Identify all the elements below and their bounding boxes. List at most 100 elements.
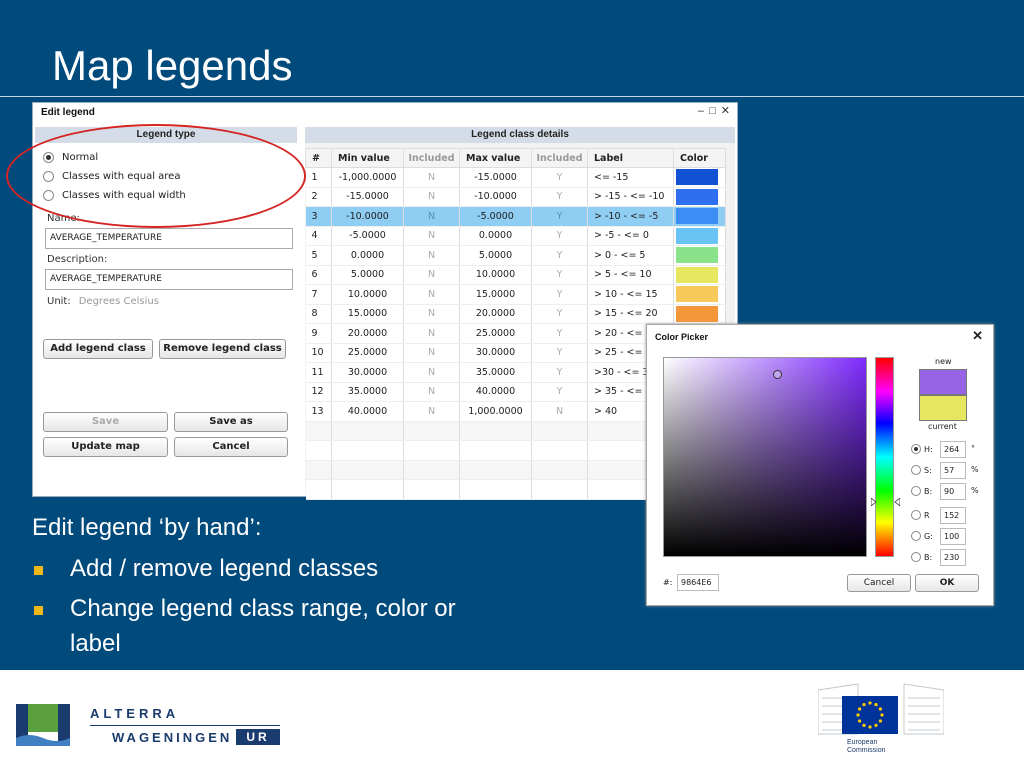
max-value-cell[interactable]: -15.0000 bbox=[459, 167, 532, 188]
update-map-button[interactable]: Update map bbox=[43, 437, 168, 457]
hex-input[interactable]: 9864E6 bbox=[677, 574, 719, 591]
min-value-cell[interactable]: 15.0000 bbox=[331, 304, 404, 324]
row-number[interactable]: 3 bbox=[305, 206, 332, 227]
color-field-input[interactable]: 230 bbox=[940, 549, 966, 566]
min-included-cell[interactable]: N bbox=[403, 167, 460, 188]
saturation-brightness-field[interactable] bbox=[663, 357, 867, 557]
max-included-cell[interactable]: Y bbox=[531, 343, 588, 363]
table-row[interactable]: 6 5.0000 N 10.0000 Y > 5 - <= 10 bbox=[305, 265, 726, 285]
max-value-cell[interactable]: 40.0000 bbox=[459, 382, 532, 402]
min-included-cell[interactable]: N bbox=[403, 382, 460, 402]
row-number[interactable]: 13 bbox=[305, 401, 332, 422]
min-included-cell[interactable]: N bbox=[403, 323, 460, 344]
cancel-button[interactable]: Cancel bbox=[174, 437, 288, 457]
max-value-cell[interactable]: 25.0000 bbox=[459, 323, 532, 344]
min-included-cell[interactable]: N bbox=[403, 284, 460, 305]
col-header-max-included[interactable]: Included bbox=[531, 148, 588, 168]
color-swatch[interactable] bbox=[676, 169, 718, 186]
max-value-cell[interactable]: 10.0000 bbox=[459, 265, 532, 285]
radio-icon[interactable] bbox=[911, 552, 921, 562]
color-swatch[interactable] bbox=[676, 188, 718, 205]
min-value-cell[interactable]: 30.0000 bbox=[331, 362, 404, 383]
radio-icon[interactable] bbox=[911, 510, 921, 520]
min-value-cell[interactable]: 20.0000 bbox=[331, 323, 404, 344]
max-value-cell[interactable]: 30.0000 bbox=[459, 343, 532, 363]
max-value-cell[interactable]: -5.0000 bbox=[459, 206, 532, 227]
min-included-cell[interactable]: N bbox=[403, 401, 460, 422]
color-cell[interactable] bbox=[673, 206, 726, 227]
max-value-cell[interactable]: 5.0000 bbox=[459, 245, 532, 266]
color-field-input[interactable]: 100 bbox=[940, 528, 966, 545]
window-controls[interactable]: – □ ✕ bbox=[698, 104, 731, 117]
min-value-cell[interactable]: -5.0000 bbox=[331, 226, 404, 246]
add-legend-class-button[interactable]: Add legend class bbox=[43, 339, 153, 359]
color-swatch[interactable] bbox=[676, 227, 718, 244]
max-value-cell[interactable]: -10.0000 bbox=[459, 187, 532, 207]
row-number[interactable]: 12 bbox=[305, 382, 332, 402]
min-included-cell[interactable]: N bbox=[403, 245, 460, 266]
ok-button[interactable]: OK bbox=[915, 574, 979, 592]
label-cell[interactable]: > 10 - <= 15 bbox=[587, 284, 674, 305]
color-swatch[interactable] bbox=[676, 208, 718, 225]
radio-icon[interactable] bbox=[911, 465, 921, 475]
color-swatch[interactable] bbox=[676, 305, 718, 322]
color-cell[interactable] bbox=[673, 167, 726, 188]
max-value-cell[interactable]: 0.0000 bbox=[459, 226, 532, 246]
color-field-input[interactable]: 152 bbox=[940, 507, 966, 524]
table-row[interactable]: 7 10.0000 N 15.0000 Y > 10 - <= 15 bbox=[305, 284, 726, 305]
col-header-min[interactable]: Min value bbox=[331, 148, 404, 168]
save-as-button[interactable]: Save as bbox=[174, 412, 288, 432]
row-number[interactable]: 6 bbox=[305, 265, 332, 285]
max-included-cell[interactable]: Y bbox=[531, 284, 588, 305]
table-row[interactable]: 2 -15.0000 N -10.0000 Y > -15 - <= -10 bbox=[305, 187, 726, 207]
hue-slider-arrows-icon[interactable] bbox=[871, 498, 900, 506]
min-value-cell[interactable]: -1,000.0000 bbox=[331, 167, 404, 188]
current-color-swatch[interactable] bbox=[919, 395, 967, 421]
min-included-cell[interactable]: N bbox=[403, 265, 460, 285]
color-swatch[interactable] bbox=[676, 266, 718, 283]
min-value-cell[interactable]: 35.0000 bbox=[331, 382, 404, 402]
min-included-cell[interactable]: N bbox=[403, 362, 460, 383]
radio-icon[interactable] bbox=[911, 531, 921, 541]
max-included-cell[interactable]: Y bbox=[531, 245, 588, 266]
description-input[interactable]: AVERAGE_TEMPERATURE bbox=[45, 269, 293, 290]
color-cell[interactable] bbox=[673, 187, 726, 207]
row-number[interactable]: 8 bbox=[305, 304, 332, 324]
color-swatch[interactable] bbox=[676, 286, 718, 303]
min-value-cell[interactable]: 40.0000 bbox=[331, 401, 404, 422]
label-cell[interactable]: > 0 - <= 5 bbox=[587, 245, 674, 266]
label-cell[interactable]: > -5 - <= 0 bbox=[587, 226, 674, 246]
max-included-cell[interactable]: Y bbox=[531, 226, 588, 246]
max-included-cell[interactable]: Y bbox=[531, 323, 588, 344]
max-value-cell[interactable]: 20.0000 bbox=[459, 304, 532, 324]
radio-icon[interactable] bbox=[911, 444, 921, 454]
min-value-cell[interactable]: -10.0000 bbox=[331, 206, 404, 227]
min-value-cell[interactable]: 5.0000 bbox=[331, 265, 404, 285]
close-icon[interactable]: ✕ bbox=[972, 328, 983, 344]
row-number[interactable]: 2 bbox=[305, 187, 332, 207]
min-included-cell[interactable]: N bbox=[403, 187, 460, 207]
min-included-cell[interactable]: N bbox=[403, 206, 460, 227]
max-included-cell[interactable]: Y bbox=[531, 382, 588, 402]
color-marker[interactable] bbox=[773, 370, 782, 379]
min-included-cell[interactable]: N bbox=[403, 226, 460, 246]
radio-icon[interactable] bbox=[911, 486, 921, 496]
color-cell[interactable] bbox=[673, 226, 726, 246]
name-input[interactable]: AVERAGE_TEMPERATURE bbox=[45, 228, 293, 249]
max-included-cell[interactable]: Y bbox=[531, 265, 588, 285]
label-cell[interactable]: > 5 - <= 10 bbox=[587, 265, 674, 285]
color-cell[interactable] bbox=[673, 245, 726, 266]
color-field-input[interactable]: 57 bbox=[940, 462, 966, 479]
max-included-cell[interactable]: N bbox=[531, 401, 588, 422]
max-value-cell[interactable]: 35.0000 bbox=[459, 362, 532, 383]
label-cell[interactable]: > -10 - <= -5 bbox=[587, 206, 674, 227]
label-cell[interactable]: <= -15 bbox=[587, 167, 674, 188]
table-row[interactable]: 8 15.0000 N 20.0000 Y > 15 - <= 20 bbox=[305, 304, 726, 324]
row-number[interactable]: 7 bbox=[305, 284, 332, 305]
color-cell[interactable] bbox=[673, 284, 726, 305]
color-swatch[interactable] bbox=[676, 247, 718, 264]
col-header-color[interactable]: Color bbox=[673, 148, 726, 168]
min-value-cell[interactable]: 0.0000 bbox=[331, 245, 404, 266]
cancel-button[interactable]: Cancel bbox=[847, 574, 911, 592]
table-row[interactable]: 5 0.0000 N 5.0000 Y > 0 - <= 5 bbox=[305, 245, 726, 266]
